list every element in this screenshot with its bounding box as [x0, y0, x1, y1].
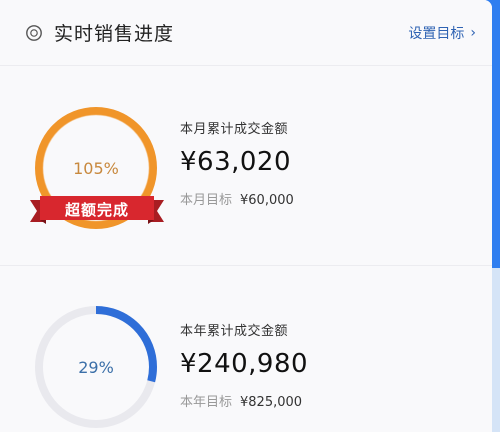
monthly-label: 本月累计成交金额 [180, 122, 289, 137]
exceeded-label: 超额完成 [64, 200, 129, 219]
yearly-amount: ¥240,980 [180, 349, 309, 379]
exceeded-ribbon: 超额完成 [30, 192, 164, 226]
monthly-target: 本月目标 ¥60,000 [180, 189, 294, 208]
monthly-target-value: ¥60,000 [240, 193, 294, 208]
monthly-target-label: 本月目标 [180, 193, 233, 208]
set-target-label: 设置目标 [408, 25, 465, 42]
sales-progress-card: 实时销售进度 设置目标 › 105% 超额完成 本月累计成交金额 ¥63,020… [0, 0, 492, 432]
yearly-percent: 29% [78, 357, 114, 377]
yearly-progress-ring: 29% [30, 301, 162, 432]
monthly-progress-section: 105% 超额完成 本月累计成交金额 ¥63,020 本月目标 ¥60,000 [0, 66, 492, 266]
chevron-right-icon: › [470, 24, 476, 41]
yearly-target-label: 本年目标 [180, 395, 233, 410]
gauge-icon [24, 23, 44, 43]
set-target-link[interactable]: 设置目标 › [408, 23, 476, 43]
monthly-amount: ¥63,020 [180, 147, 292, 177]
yearly-target-value: ¥825,000 [240, 395, 303, 410]
yearly-label: 本年累计成交金额 [180, 324, 289, 339]
card-header: 实时销售进度 设置目标 › [0, 0, 492, 66]
monthly-info: 本月累计成交金额 ¥63,020 本月目标 ¥60,000 [180, 118, 294, 208]
yearly-info: 本年累计成交金额 ¥240,980 本年目标 ¥825,000 [180, 320, 308, 410]
page-title: 实时销售进度 [54, 23, 175, 45]
yearly-progress-section: 29% 本年累计成交金额 ¥240,980 本年目标 ¥825,000 [0, 266, 492, 432]
yearly-target: 本年目标 ¥825,000 [180, 391, 308, 410]
